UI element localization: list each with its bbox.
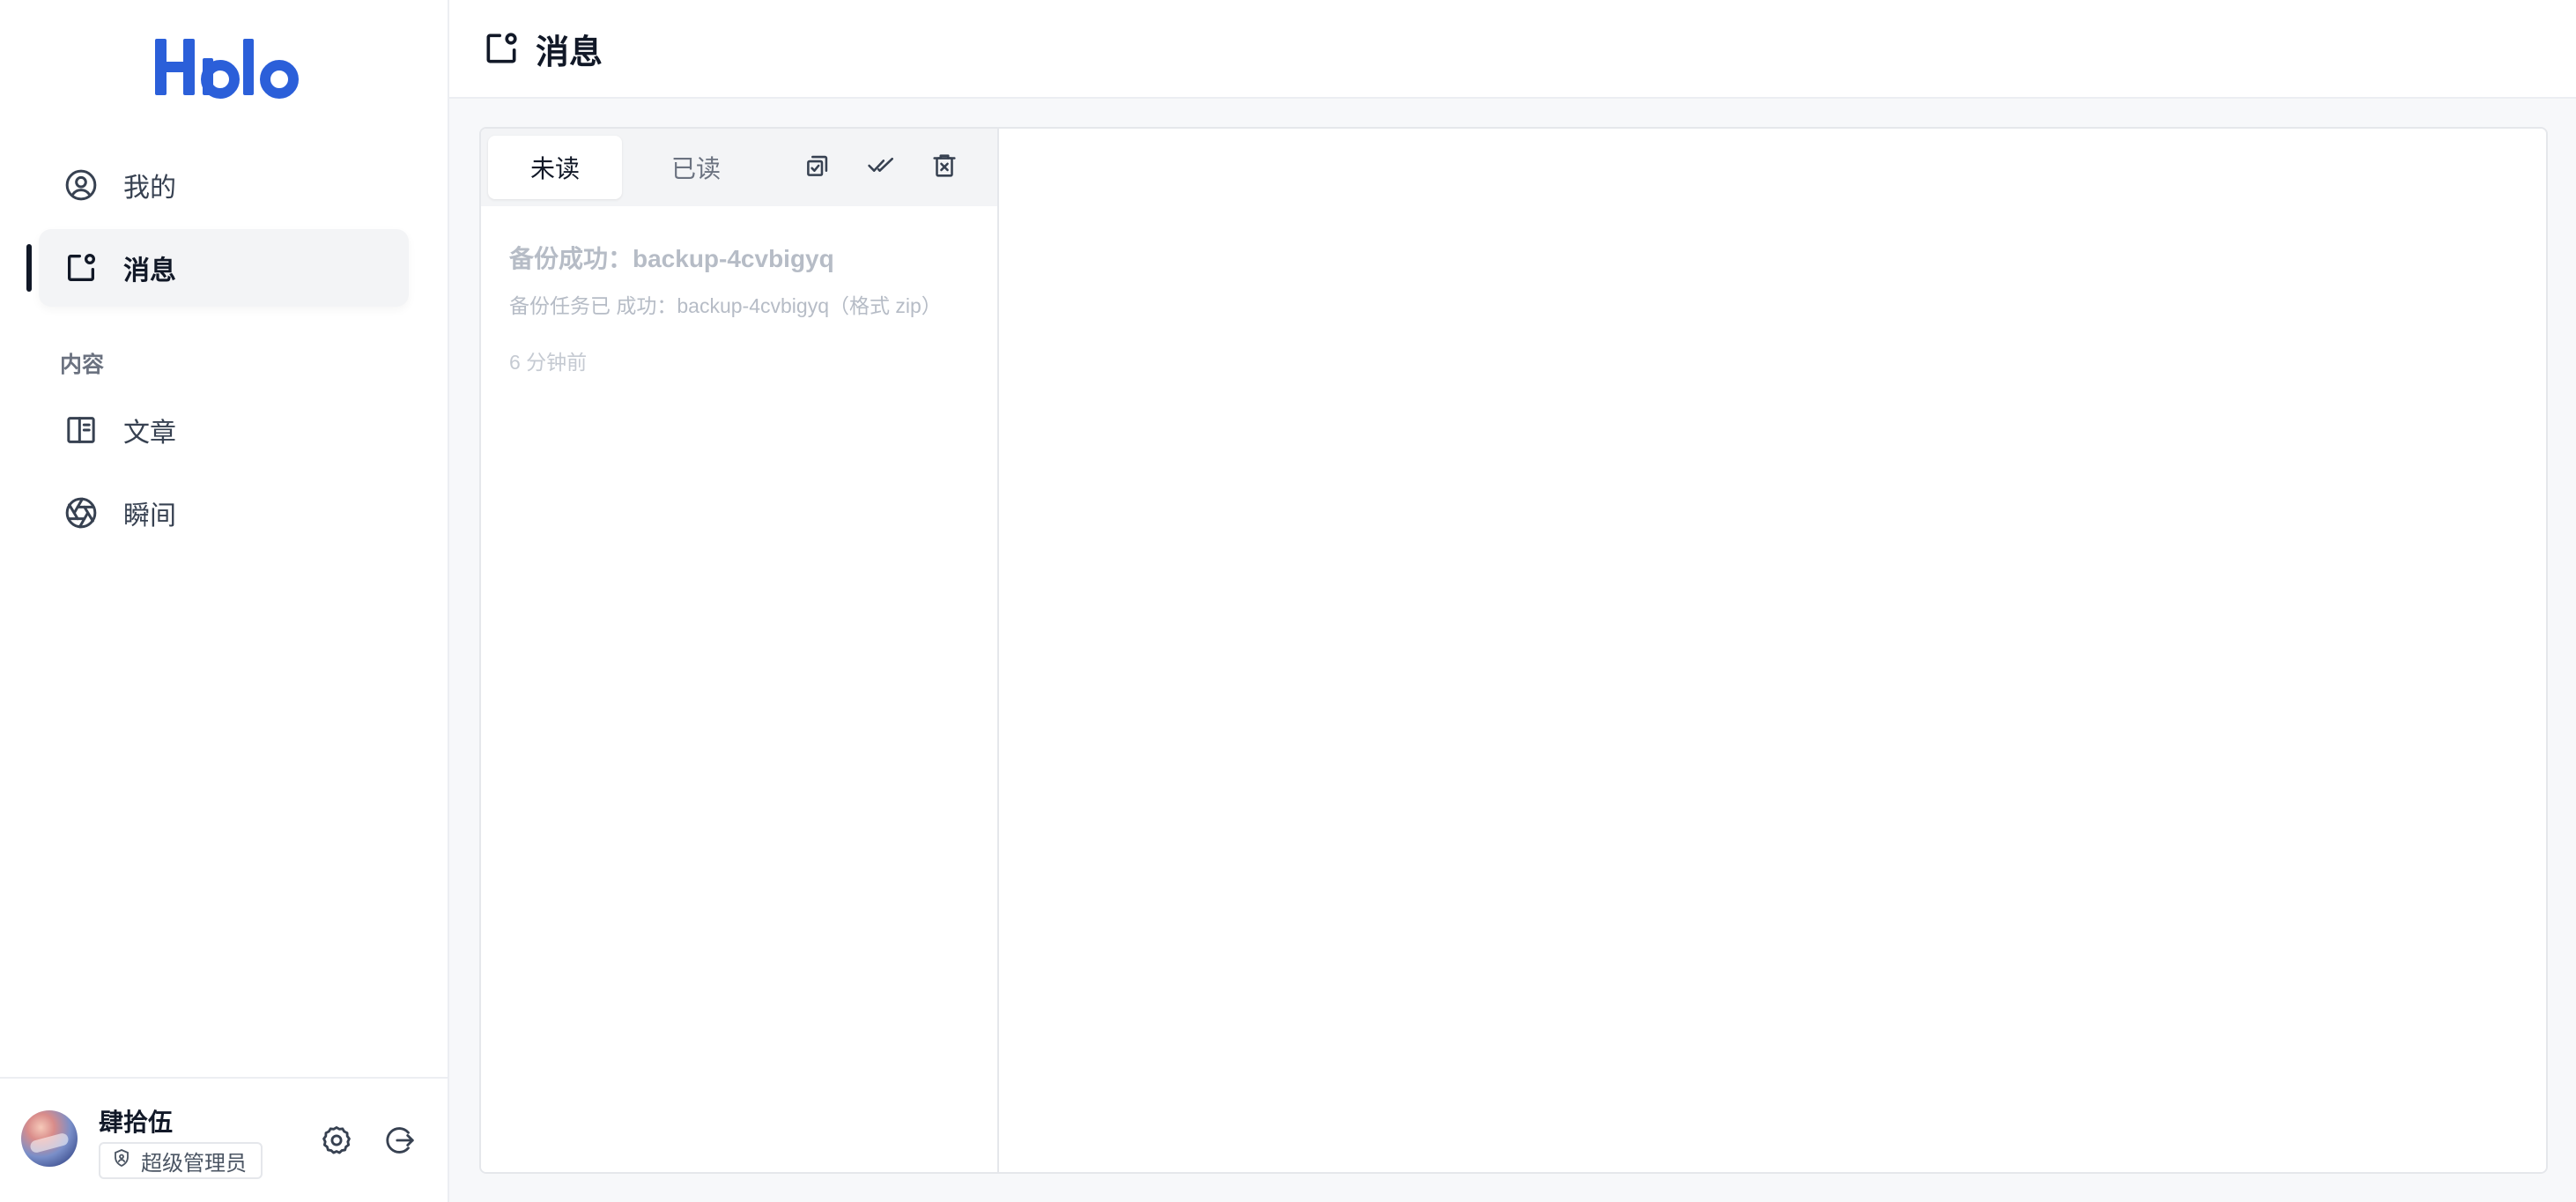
tab-unread[interactable]: 未读 (488, 136, 622, 199)
logout-icon (383, 1124, 417, 1161)
sidebar-item-moments[interactable]: 瞬间 (39, 474, 409, 552)
message-title: 备份成功：backup-4cvbigyq (509, 245, 834, 272)
sidebar-item-mine[interactable]: 我的 (39, 146, 409, 224)
gear-icon (320, 1124, 353, 1161)
page-header: 消息 (449, 0, 2576, 99)
sidebar-item-posts[interactable]: 文章 (39, 391, 409, 469)
tab-read[interactable]: 已读 (629, 136, 763, 199)
logout-button[interactable] (381, 1123, 419, 1161)
shield-icon (111, 1147, 132, 1175)
active-indicator (26, 244, 32, 292)
sidebar-item-label: 瞬间 (123, 501, 176, 531)
delete-button[interactable] (925, 148, 964, 187)
notifications-panel: 未读 已读 备份成功：backup-4cvbigyq 备份任务已 成功：back… (479, 127, 2548, 1174)
notification-toolbar: 未读 已读 (481, 129, 997, 206)
avatar[interactable] (21, 1110, 78, 1167)
user-profile: 肆拾伍 超级管理员 (0, 1077, 448, 1202)
role-badge: 超级管理员 (99, 1142, 263, 1179)
message-time: 6 分钟前 (509, 351, 588, 374)
role-label: 超级管理员 (141, 1151, 247, 1176)
notification-icon (481, 28, 522, 69)
aperture-icon (62, 493, 100, 532)
notification-icon (62, 249, 100, 287)
settings-button[interactable] (317, 1123, 356, 1161)
message-description: 备份任务已 成功：backup-4cvbigyq（格式 zip） (509, 294, 942, 317)
sidebar: 我的 消息 内容 文章 瞬间 肆拾伍 超级管理员 (0, 0, 449, 1202)
notification-list: 未读 已读 备份成功：backup-4cvbigyq 备份任务已 成功：back… (481, 129, 999, 1172)
nav-group-title: 内容 (60, 352, 105, 377)
book-icon (62, 411, 100, 449)
sidebar-item-label: 消息 (123, 256, 176, 286)
sidebar-item-label: 我的 (123, 174, 176, 203)
halo-logo[interactable] (152, 32, 301, 102)
page-title: 消息 (536, 33, 603, 71)
app-root: 我的 消息 内容 文章 瞬间 肆拾伍 超级管理员 消息 未读 已读 备份成功：b… (0, 0, 2576, 1202)
user-circle-icon (62, 166, 100, 204)
mark-all-read-icon (866, 151, 896, 185)
list-item[interactable]: 备份成功：backup-4cvbigyq 备份任务已 成功：backup-4cv… (481, 206, 997, 382)
delete-icon (929, 151, 959, 185)
user-name: 肆拾伍 (99, 1109, 174, 1136)
sidebar-item-messages[interactable]: 消息 (39, 229, 409, 307)
notification-detail (1001, 129, 2546, 1172)
mark-all-read-button[interactable] (862, 148, 900, 187)
select-all-icon (803, 151, 833, 185)
select-all-button[interactable] (798, 148, 837, 187)
sidebar-item-label: 文章 (123, 419, 176, 448)
